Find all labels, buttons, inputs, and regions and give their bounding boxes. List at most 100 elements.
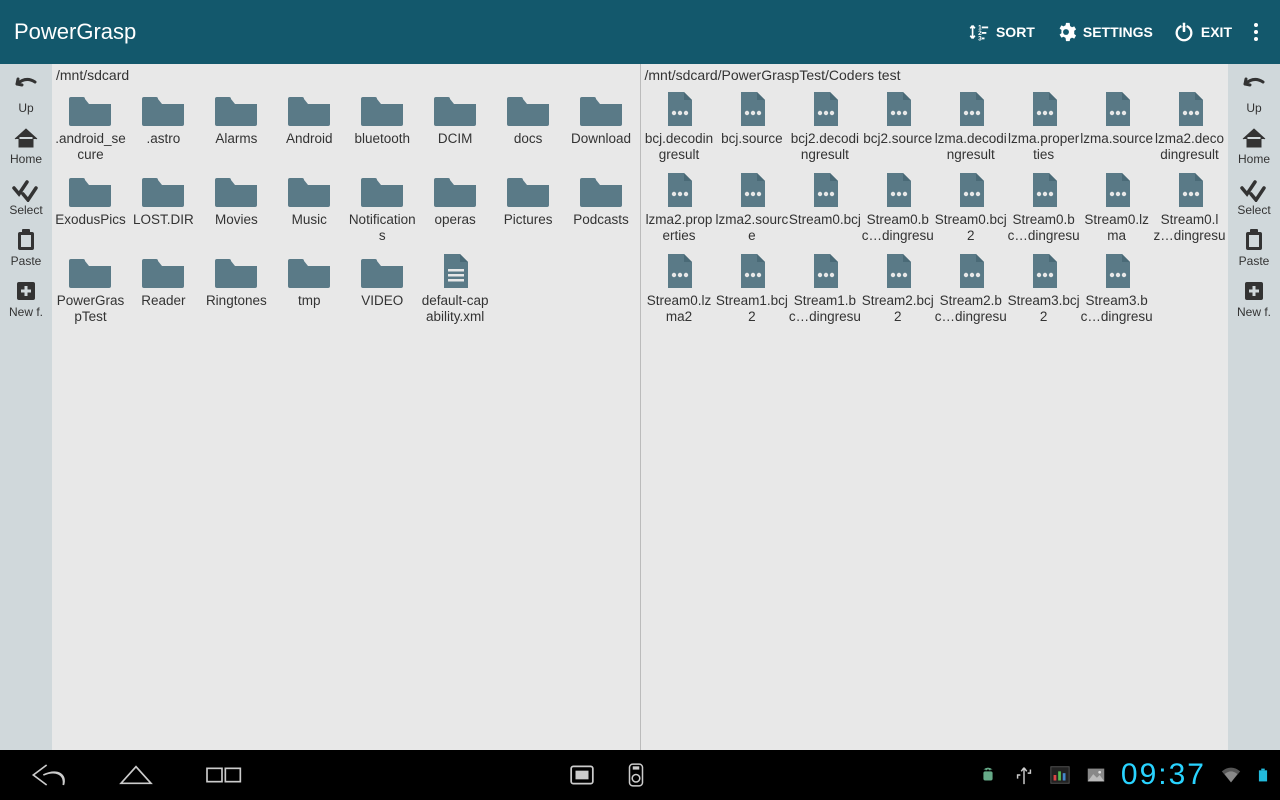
- overflow-menu-button[interactable]: [1246, 17, 1266, 47]
- sidebar-select-button[interactable]: Select: [1228, 172, 1280, 223]
- media-icon[interactable]: [623, 762, 649, 788]
- sidebar-select-button[interactable]: Select: [0, 172, 52, 223]
- folder-item[interactable]: LOST.DIR: [127, 166, 200, 247]
- left-path: /mnt/sdcard: [52, 64, 640, 85]
- folder-item[interactable]: Reader: [127, 247, 200, 328]
- folder-icon: [63, 168, 117, 212]
- sidebar-up-button[interactable]: Up: [1228, 70, 1280, 121]
- file-item[interactable]: Stream3.bcj2: [1007, 247, 1080, 328]
- folder-item[interactable]: Download: [565, 85, 638, 166]
- binary-file-icon: [1090, 168, 1144, 212]
- home-icon: [1239, 125, 1269, 151]
- back-nav-icon[interactable]: [30, 761, 70, 789]
- sidebar-paste-button[interactable]: Paste: [1228, 223, 1280, 274]
- panes: /mnt/sdcard .android_secure.astroAlarmsA…: [52, 64, 1228, 750]
- folder-item[interactable]: PowerGraspTest: [54, 247, 127, 328]
- folder-icon: [209, 168, 263, 212]
- folder-item[interactable]: .astro: [127, 85, 200, 166]
- folder-item[interactable]: Alarms: [200, 85, 273, 166]
- sidebar-home-button[interactable]: Home: [1228, 121, 1280, 172]
- file-item[interactable]: Stream0.lzma2: [643, 247, 716, 328]
- folder-item[interactable]: Podcasts: [565, 166, 638, 247]
- folder-item[interactable]: Notifications: [346, 166, 419, 247]
- file-item[interactable]: Stream0.bcj2: [934, 166, 1007, 247]
- settings-button[interactable]: SETTINGS: [1045, 15, 1163, 49]
- folder-icon: [574, 168, 628, 212]
- folder-icon: [282, 168, 336, 212]
- file-item[interactable]: Stream0.lzma: [1080, 166, 1153, 247]
- file-item[interactable]: Stream0.bc…dingresult: [861, 166, 934, 247]
- select-icon: [11, 176, 41, 202]
- screenshot-icon[interactable]: [569, 762, 595, 788]
- folder-item[interactable]: Movies: [200, 166, 273, 247]
- file-item[interactable]: lzma.properties: [1007, 85, 1080, 166]
- folder-item[interactable]: Android: [273, 85, 346, 166]
- item-label: Stream3.bc…dingresult: [1080, 293, 1153, 324]
- file-item[interactable]: bcj.source: [715, 85, 788, 166]
- file-item[interactable]: bcj2.source: [861, 85, 934, 166]
- file-item[interactable]: lzma2.properties: [643, 166, 716, 247]
- folder-item[interactable]: ExodusPics: [54, 166, 127, 247]
- binary-file-icon: [652, 168, 706, 212]
- sidebar-paste-button[interactable]: Paste: [0, 223, 52, 274]
- file-item[interactable]: lzma.source: [1080, 85, 1153, 166]
- item-label: VIDEO: [346, 293, 419, 309]
- binary-file-icon: [944, 249, 998, 293]
- file-item[interactable]: Stream2.bcj2: [861, 247, 934, 328]
- up-arrow-icon: [1239, 74, 1269, 100]
- item-label: Stream0.lzma2: [643, 293, 716, 324]
- sidebar-newf-button[interactable]: New f.: [0, 274, 52, 325]
- item-label: Stream0.lz…dingresult: [1153, 212, 1226, 243]
- item-label: bluetooth: [346, 131, 419, 147]
- file-item[interactable]: lzma.decodingresult: [934, 85, 1007, 166]
- folder-item[interactable]: DCIM: [419, 85, 492, 166]
- file-item[interactable]: bcj.decodingresult: [643, 85, 716, 166]
- folder-icon: [355, 249, 409, 293]
- file-item[interactable]: Stream0.bc…dingresult: [1007, 166, 1080, 247]
- folder-item[interactable]: .android_secure: [54, 85, 127, 166]
- paste-icon: [11, 227, 41, 253]
- folder-item[interactable]: Pictures: [492, 166, 565, 247]
- binary-file-icon: [1017, 168, 1071, 212]
- file-item[interactable]: Stream1.bcj2: [715, 247, 788, 328]
- new-file-icon: [1239, 278, 1269, 304]
- folder-item[interactable]: Music: [273, 166, 346, 247]
- recent-nav-icon[interactable]: [202, 761, 242, 789]
- file-item[interactable]: lzma2.source: [715, 166, 788, 247]
- binary-file-icon: [1017, 87, 1071, 131]
- folder-item[interactable]: docs: [492, 85, 565, 166]
- paste-icon: [1239, 227, 1269, 253]
- file-item[interactable]: Stream3.bc…dingresult: [1080, 247, 1153, 328]
- folder-item[interactable]: Ringtones: [200, 247, 273, 328]
- binary-file-icon: [1017, 249, 1071, 293]
- file-item[interactable]: default-capability.xml: [419, 247, 492, 328]
- file-item[interactable]: lzma2.decodingresult: [1153, 85, 1226, 166]
- file-item[interactable]: Stream0.lz…dingresult: [1153, 166, 1226, 247]
- sidebar-home-button[interactable]: Home: [0, 121, 52, 172]
- file-item[interactable]: Stream1.bc…dingresult: [788, 247, 861, 328]
- file-item[interactable]: bcj2.decodingresult: [788, 85, 861, 166]
- folder-icon: [209, 87, 263, 131]
- folder-item[interactable]: bluetooth: [346, 85, 419, 166]
- item-label: lzma2.properties: [643, 212, 716, 243]
- file-item[interactable]: Stream0.bcj: [788, 166, 861, 247]
- settings-label: SETTINGS: [1083, 24, 1153, 40]
- sidebar-label: Up: [18, 101, 33, 115]
- sidebar-label: New f.: [1237, 305, 1271, 319]
- sort-button[interactable]: 1 2 3 SORT: [958, 15, 1045, 49]
- exit-button[interactable]: EXIT: [1163, 15, 1242, 49]
- home-nav-icon[interactable]: [116, 761, 156, 789]
- sidebar-label: Paste: [1239, 254, 1270, 268]
- file-item[interactable]: Stream2.bc…dingresult: [934, 247, 1007, 328]
- folder-item[interactable]: operas: [419, 166, 492, 247]
- sidebar-label: Home: [1238, 152, 1270, 166]
- sidebar-label: Paste: [11, 254, 42, 268]
- exit-label: EXIT: [1201, 24, 1232, 40]
- sidebar-up-button[interactable]: Up: [0, 70, 52, 121]
- folder-item[interactable]: VIDEO: [346, 247, 419, 328]
- item-label: default-capability.xml: [419, 293, 492, 324]
- folder-item[interactable]: tmp: [273, 247, 346, 328]
- usb-icon: [1013, 764, 1035, 786]
- item-label: Alarms: [200, 131, 273, 147]
- sidebar-newf-button[interactable]: New f.: [1228, 274, 1280, 325]
